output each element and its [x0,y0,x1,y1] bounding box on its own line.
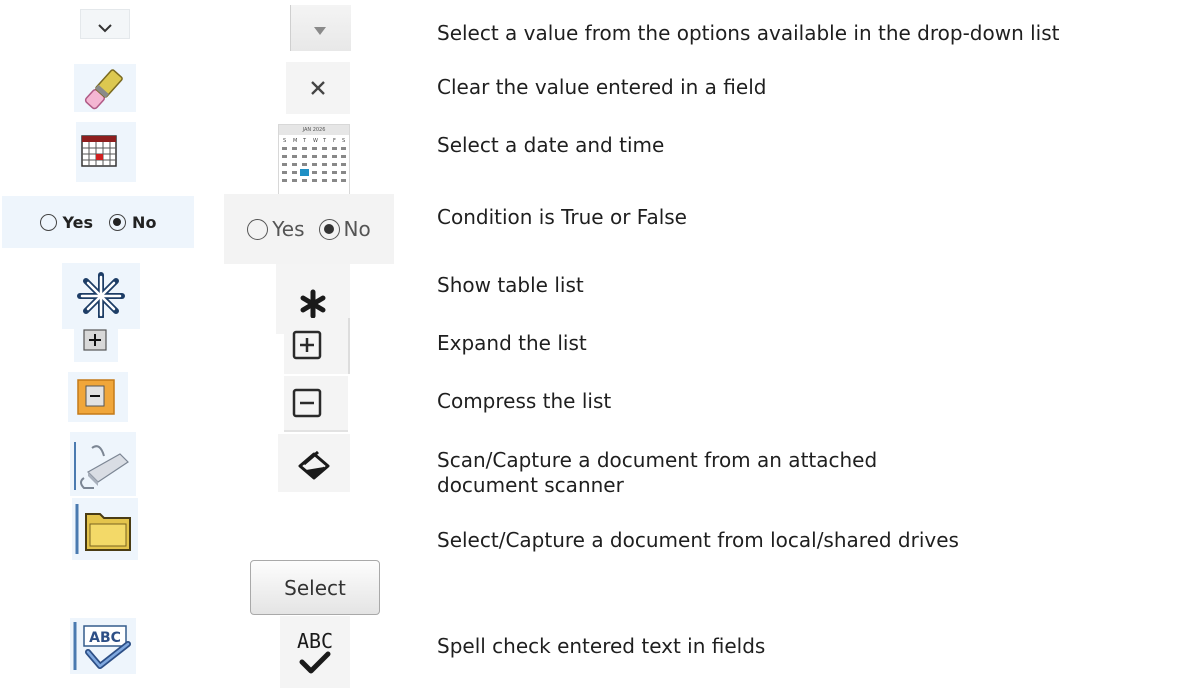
svg-text:S: S [342,138,345,144]
scanner-icon [278,434,350,492]
row-description: Scan/Capture a document from an attached… [437,448,878,497]
folder-icon [72,498,138,560]
calendar-header: JAN 2026 [279,125,349,135]
svg-text:W: W [313,138,318,144]
eraser-icon [74,64,136,112]
svg-text:M: M [293,138,297,144]
radio-yes-label: Yes [62,212,94,232]
plus-square-icon [284,318,350,374]
svg-text:T: T [302,138,307,144]
svg-text:T: T [322,138,327,144]
radio-no [318,218,340,240]
radio-no [109,213,127,231]
row-description: Select a value from the options availabl… [437,21,1060,45]
radio-yes-label: Yes [272,217,305,241]
row-description: Clear the value entered in a field [437,75,767,99]
row-description: Select/Capture a document from local/sha… [437,528,959,552]
close-icon [286,62,350,114]
row-description: Spell check entered text in fields [437,634,766,658]
radio-yes [39,213,57,231]
radio-no-label: No [343,217,371,241]
select-button[interactable]: Select [250,560,380,615]
calendar-popup-icon: JAN 2026 SMTWTFS [278,124,350,196]
radio-yes-no-new: Yes No [224,194,394,264]
row-description: Condition is True or False [437,205,687,229]
scanner-icon [70,432,136,496]
spell-check-text: ABC [89,630,121,646]
spell-check-text: ABC [297,629,333,653]
svg-text:F: F [333,138,336,144]
radio-yes [247,218,269,240]
row-description: Select a date and time [437,133,665,157]
calendar-icon [76,122,136,182]
spell-check-icon: ABC [70,618,136,674]
svg-text:S: S [283,138,286,144]
row-description: Compress the list [437,389,612,413]
chevron-down-icon [80,5,130,45]
spell-check-icon: ABC [280,616,350,688]
row-description: Expand the list [437,331,587,355]
minus-square-icon [284,376,348,432]
minus-box-icon [68,372,128,422]
plus-box-icon [74,318,118,362]
row-description: Show table list [437,273,584,297]
radio-no-label: No [132,212,157,232]
radio-yes-no-old: Yes No [2,196,194,248]
triangle-down-icon [290,5,351,51]
